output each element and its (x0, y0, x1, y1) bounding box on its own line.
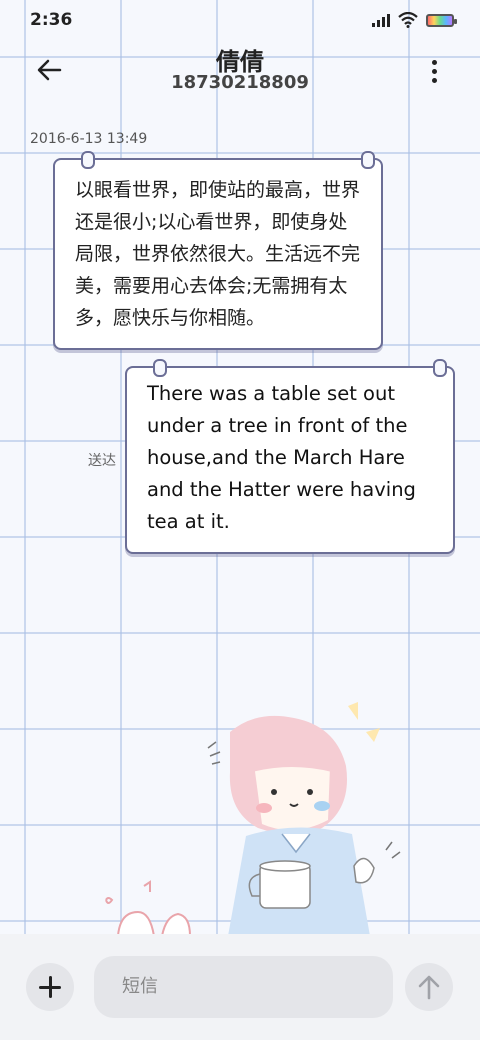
girl-illustration (105, 702, 401, 936)
message-text: There was a table set out under a tree i… (147, 382, 416, 533)
message-composer: 短信 (0, 934, 480, 1040)
status-bar: 2:36 (0, 0, 480, 42)
status-time: 2:36 (30, 10, 73, 30)
message-timestamp: 2016-6-13 13:49 (30, 131, 148, 147)
more-button[interactable] (422, 54, 446, 88)
send-button[interactable] (405, 963, 453, 1011)
binder-ring-decoration (81, 151, 95, 169)
outgoing-message-bubble[interactable]: There was a table set out under a tree i… (125, 359, 455, 554)
message-text: 以眼看世界，即使站的最高，世界还是很小;以心看世界，即使身处局限，世界依然很大。… (75, 179, 361, 329)
add-attachment-button[interactable] (26, 963, 74, 1011)
status-icons (372, 12, 457, 28)
binder-ring-decoration (361, 151, 375, 169)
arrow-up-icon (418, 975, 440, 1000)
binder-ring-decoration (433, 359, 447, 377)
more-vertical-icon (431, 59, 437, 65)
contact-number: 18730218809 (171, 72, 309, 93)
conversation-header: 倩倩 18730218809 (0, 42, 480, 102)
delivery-status: 送达 (88, 453, 116, 469)
binder-ring-decoration (153, 359, 167, 377)
signal-icon (372, 13, 390, 27)
message-input[interactable]: 短信 (94, 956, 393, 1018)
incoming-message-bubble[interactable]: 以眼看世界，即使站的最高，世界还是很小;以心看世界，即使身处局限，世界依然很大。… (53, 151, 383, 350)
battery-icon (426, 13, 457, 27)
wifi-icon (398, 12, 418, 28)
